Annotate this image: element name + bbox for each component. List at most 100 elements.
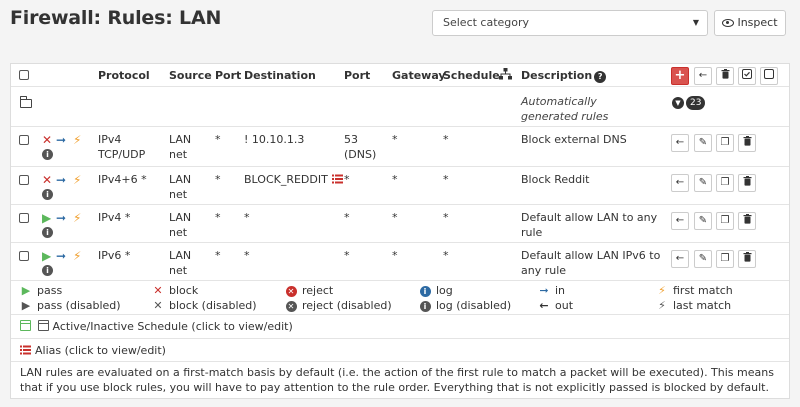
rule-source-port: * xyxy=(215,211,221,224)
col-port: Port xyxy=(215,69,242,82)
log-icon[interactable]: i xyxy=(42,149,53,160)
rule-gateway: * xyxy=(392,211,398,224)
inspect-label: Inspect xyxy=(737,16,778,29)
rule-source-port: * xyxy=(215,249,221,262)
legend-log-disabled-label: log (disabled) xyxy=(436,299,512,312)
block-icon[interactable]: ✕ xyxy=(42,134,52,146)
first-match-icon: ⚡ xyxy=(73,133,82,147)
rule-schedule: * xyxy=(443,173,449,186)
rule-destination-cell: BLOCK_REDDIT xyxy=(244,172,344,187)
delete-rule-button[interactable] xyxy=(738,174,756,192)
inspect-button[interactable]: Inspect xyxy=(714,10,786,36)
help-icon[interactable]: ? xyxy=(594,71,607,83)
col-destination: Destination xyxy=(244,69,316,82)
rule-dest-port: * xyxy=(344,211,350,224)
category-select[interactable]: Select category ▼ xyxy=(432,10,708,36)
select-all-checkbox[interactable] xyxy=(19,70,29,80)
pencil-icon: ✎ xyxy=(698,177,708,188)
delete-selected-button[interactable] xyxy=(716,67,734,85)
legend-reject-label: reject xyxy=(302,284,334,297)
move-rule-button[interactable]: ← xyxy=(671,250,689,268)
rule-source-port: * xyxy=(215,133,221,146)
legend-block: ✕ block xyxy=(151,284,198,298)
rule-protocol: IPv4+6 * xyxy=(98,173,147,186)
log-icon[interactable]: i xyxy=(42,265,53,276)
enable-selected-button[interactable] xyxy=(738,67,756,85)
rule-source: LAN net xyxy=(169,249,192,277)
delete-rule-button[interactable] xyxy=(738,250,756,268)
block-icon[interactable]: ✕ xyxy=(42,174,52,186)
auto-rules-row[interactable]: Automatically generated rules ▼ 23 xyxy=(11,87,789,127)
log-icon[interactable]: i xyxy=(42,227,53,238)
calendar-inactive-icon xyxy=(37,320,49,331)
reject-icon: ✕ xyxy=(284,284,298,298)
legend-pass-disabled-label: pass (disabled) xyxy=(37,299,121,312)
category-select-value: Select category xyxy=(443,16,530,29)
alias-note: Alias (click to view/edit) xyxy=(11,339,789,362)
move-rules-button[interactable]: ← xyxy=(694,67,712,85)
disable-selected-button[interactable] xyxy=(760,67,778,85)
pass-icon[interactable]: ▶ xyxy=(42,250,51,262)
square-icon xyxy=(764,69,774,79)
edit-rule-button[interactable]: ✎ xyxy=(694,174,712,192)
table-row[interactable]: ✕ ➞ ⚡ i IPv4 TCP/UDP LAN net * ! 10.10.1… xyxy=(11,127,789,167)
row-checkbox[interactable] xyxy=(19,213,29,223)
arrow-left-icon: ← xyxy=(675,137,685,148)
move-rule-button[interactable]: ← xyxy=(671,134,689,152)
rule-destination[interactable]: BLOCK_REDDIT xyxy=(244,173,328,186)
auto-rules-description: Automatically generated rules xyxy=(521,95,609,123)
table-row[interactable]: ▶ ➞ ⚡ i IPv4 * LAN net * * * * * Default… xyxy=(11,205,789,243)
move-rule-button[interactable]: ← xyxy=(671,212,689,230)
arrow-left-icon: ← xyxy=(675,253,685,264)
table-row[interactable]: ▶ ➞ ⚡ i IPv6 * LAN net * * * * * Default… xyxy=(11,243,789,281)
rule-dest-port: 53 (DNS) xyxy=(344,133,377,161)
legend-pass: ▶ pass xyxy=(19,284,62,298)
edit-rule-button[interactable]: ✎ xyxy=(694,134,712,152)
rule-destination: * xyxy=(244,211,250,224)
col-protocol: Protocol xyxy=(98,69,150,82)
delete-rule-button[interactable] xyxy=(738,134,756,152)
edit-rule-button[interactable]: ✎ xyxy=(694,250,712,268)
reject-disabled-icon: ✕ xyxy=(284,299,298,313)
pencil-icon: ✎ xyxy=(698,215,708,226)
log-icon[interactable]: i xyxy=(42,189,53,200)
row-checkbox[interactable] xyxy=(19,175,29,185)
pass-disabled-icon: ▶ xyxy=(21,299,31,312)
legend-in-label: in xyxy=(555,284,566,297)
chevron-down-icon[interactable]: ▼ xyxy=(672,97,684,109)
copy-rule-button[interactable]: ❐ xyxy=(716,212,734,230)
rule-schedule: * xyxy=(443,249,449,262)
move-rule-button[interactable]: ← xyxy=(671,174,689,192)
copy-rule-button[interactable]: ❐ xyxy=(716,134,734,152)
col-gateway: Gateway xyxy=(392,69,446,82)
sitemap-icon xyxy=(499,68,512,80)
table-row[interactable]: ✕ ➞ ⚡ i IPv4+6 * LAN net * BLOCK_REDDIT … xyxy=(11,167,789,205)
copy-rule-button[interactable]: ❐ xyxy=(716,250,734,268)
rule-destination: * xyxy=(244,249,250,262)
rule-source-port: * xyxy=(215,173,221,186)
log-disabled-icon: i xyxy=(418,299,432,313)
pass-icon[interactable]: ▶ xyxy=(42,212,51,224)
legend-reject-disabled-label: reject (disabled) xyxy=(302,299,392,312)
delete-rule-button[interactable] xyxy=(738,212,756,230)
trash-icon xyxy=(721,69,729,79)
add-rule-button[interactable]: + xyxy=(671,67,689,85)
col-dest-port: Port xyxy=(344,69,371,82)
row-checkbox[interactable] xyxy=(19,135,29,145)
block-icon: ✕ xyxy=(153,284,163,297)
rule-schedule: * xyxy=(443,211,449,224)
log-icon: i xyxy=(418,284,432,298)
arrow-left-icon: ← xyxy=(698,70,708,81)
rule-protocol: IPv4 * xyxy=(98,211,131,224)
copy-rule-button[interactable]: ❐ xyxy=(716,174,734,192)
footer-note: LAN rules are evaluated on a first-match… xyxy=(20,366,774,394)
trash-icon xyxy=(743,136,751,146)
edit-rule-button[interactable]: ✎ xyxy=(694,212,712,230)
alias-list-icon[interactable] xyxy=(332,174,344,184)
legend-log-label: log xyxy=(436,284,453,297)
row-checkbox[interactable] xyxy=(19,251,29,261)
col-source: Source xyxy=(169,69,212,82)
legend-block-disabled: ✕ block (disabled) xyxy=(151,299,256,313)
legend-log: i log xyxy=(418,284,453,298)
direction-out-icon: ← xyxy=(539,299,549,312)
